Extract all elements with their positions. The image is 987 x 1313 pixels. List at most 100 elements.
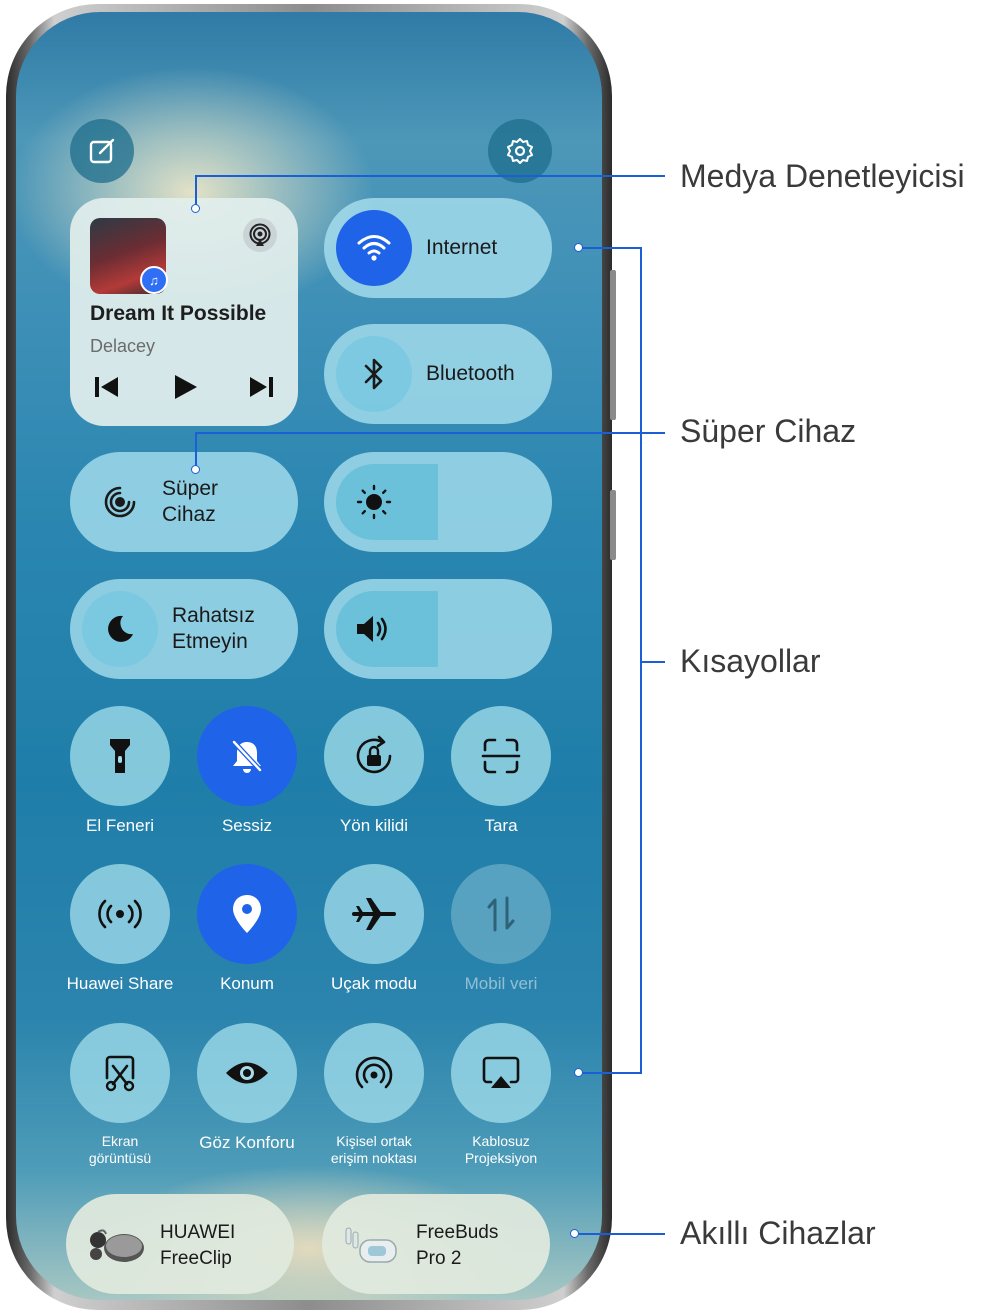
freebuds-label: FreeBuds Pro 2 — [416, 1220, 498, 1272]
annotation-media-controller: Medya Denetleyicisi — [680, 158, 965, 194]
control-center-screen: ♫ Dream It Possible Delacey Internet Blu… — [16, 12, 602, 1300]
media-callout-line-v — [195, 175, 197, 207]
device-card-freeclip[interactable]: HUAWEI FreeClip — [66, 1194, 294, 1294]
rotation-lock-label: Yön kilidi — [339, 816, 409, 835]
bell-off-icon — [232, 740, 262, 773]
super-device-callout-line-v — [195, 432, 197, 468]
wifi-icon — [357, 235, 391, 261]
huawei-share-icon — [98, 899, 142, 929]
hotspot-label-line2: erişim noktası — [330, 1150, 418, 1166]
audio-output-button[interactable] — [243, 218, 277, 252]
volume-slider[interactable] — [324, 579, 552, 679]
play-icon[interactable] — [171, 374, 199, 400]
annotation-smart-devices: Akıllı Cihazlar — [680, 1215, 876, 1251]
super-device-icon — [104, 486, 136, 518]
freebuds-label-line1: FreeBuds — [416, 1222, 499, 1243]
rotation-lock-icon — [356, 735, 392, 774]
internet-toggle[interactable]: Internet — [324, 198, 552, 298]
moon-icon — [108, 615, 133, 642]
bluetooth-label: Bluetooth — [426, 362, 515, 385]
gear-icon — [507, 138, 533, 164]
mobile-data-toggle[interactable] — [451, 864, 551, 964]
music-app-icon: ♫ — [140, 266, 168, 294]
hotspot-toggle[interactable] — [324, 1023, 424, 1123]
bluetooth-icon-circle — [336, 336, 412, 412]
freeclip-label-line2: FreeClip — [160, 1248, 232, 1269]
smart-devices-callout-line — [574, 1233, 665, 1235]
wireless-projection-label-line2: Projeksiyon — [464, 1150, 538, 1166]
internet-label: Internet — [426, 236, 498, 259]
screenshot-label: Ekran görüntüsü — [55, 1133, 185, 1167]
super-device-callout-dot — [191, 465, 200, 474]
settings-button[interactable] — [488, 119, 552, 183]
super-device-icon-circle — [82, 464, 158, 540]
dnd-label-line1: Rahatsız — [172, 604, 255, 627]
screenshot-label-line2: görüntüsü — [88, 1150, 152, 1166]
song-title: Dream It Possible — [90, 302, 267, 325]
artist-name: Delacey — [90, 336, 156, 356]
eye-icon — [226, 1062, 268, 1084]
super-device-callout-line-h — [195, 432, 665, 434]
hotspot-label-line1: Kişisel ortak — [336, 1133, 412, 1149]
shortcuts-dot-bottom — [574, 1068, 583, 1077]
media-callout-line-h — [195, 175, 665, 177]
location-pin-icon — [233, 895, 261, 933]
freeclip-label: HUAWEI FreeClip — [160, 1220, 235, 1272]
annotation-shortcuts: Kısayollar — [680, 643, 821, 679]
edit-icon — [89, 138, 115, 164]
location-label: Konum — [220, 974, 274, 993]
next-track-icon[interactable] — [246, 374, 276, 400]
internet-icon-circle — [336, 210, 412, 286]
brightness-slider[interactable] — [324, 452, 552, 552]
screenshot-toggle[interactable] — [70, 1023, 170, 1123]
earbuds-icon — [90, 1229, 144, 1262]
screenshot-icon — [105, 1055, 135, 1092]
media-controller-card[interactable]: ♫ Dream It Possible Delacey — [70, 198, 298, 426]
flashlight-toggle[interactable] — [70, 706, 170, 806]
airplane-icon — [352, 898, 396, 930]
airplane-mode-toggle[interactable] — [324, 864, 424, 964]
eye-comfort-toggle[interactable] — [197, 1023, 297, 1123]
wireless-projection-label: Kablosuz Projeksiyon — [436, 1133, 566, 1167]
super-device-label: Süper Cihaz — [162, 476, 218, 528]
dnd-label: Rahatsız Etmeyin — [172, 603, 255, 655]
bluetooth-toggle[interactable]: Bluetooth — [324, 324, 552, 424]
volume-side-button — [610, 270, 616, 420]
shortcuts-dot-top — [574, 243, 583, 252]
wireless-projection-label-line1: Kablosuz — [472, 1133, 530, 1149]
do-not-disturb-toggle[interactable]: Rahatsız Etmeyin — [70, 579, 298, 679]
super-device-label-line1: Süper — [162, 477, 219, 500]
scan-toggle[interactable] — [451, 706, 551, 806]
rotation-lock-toggle[interactable] — [324, 706, 424, 806]
silent-toggle[interactable] — [197, 706, 297, 806]
shortcuts-bracket-top — [578, 247, 642, 249]
airplane-mode-label: Uçak modu — [331, 974, 417, 993]
previous-track-icon[interactable] — [92, 374, 122, 400]
flashlight-label: El Feneri — [85, 816, 155, 835]
dnd-label-line2: Etmeyin — [172, 630, 248, 653]
cast-icon — [249, 223, 271, 246]
freeclip-label-line1: HUAWEI — [160, 1222, 236, 1243]
scan-icon — [481, 738, 521, 774]
eye-comfort-label: Göz Konforu — [199, 1133, 295, 1152]
annotation-super-device: Süper Cihaz — [680, 413, 857, 449]
location-toggle[interactable] — [197, 864, 297, 964]
super-device-label-line2: Cihaz — [162, 503, 216, 526]
scan-label: Tara — [484, 816, 518, 835]
speaker-icon — [357, 616, 387, 642]
smart-devices-dot — [570, 1229, 579, 1238]
hotspot-icon — [355, 1056, 393, 1089]
screenshot-label-line1: Ekran — [101, 1133, 139, 1149]
freebuds-label-line2: Pro 2 — [416, 1248, 462, 1269]
silent-label: Sessiz — [221, 816, 273, 835]
flashlight-icon — [110, 739, 130, 773]
device-card-freebuds[interactable]: FreeBuds Pro 2 — [322, 1194, 550, 1294]
huawei-share-toggle[interactable] — [70, 864, 170, 964]
edit-button[interactable] — [70, 119, 134, 183]
hotspot-label: Kişisel ortak erişim noktası — [309, 1133, 439, 1167]
media-callout-dot — [191, 204, 200, 213]
wireless-projection-toggle[interactable] — [451, 1023, 551, 1123]
shortcuts-bracket-bottom — [578, 1072, 642, 1074]
super-device-toggle[interactable]: Süper Cihaz — [70, 452, 298, 552]
huawei-share-label: Huawei Share — [66, 974, 174, 993]
